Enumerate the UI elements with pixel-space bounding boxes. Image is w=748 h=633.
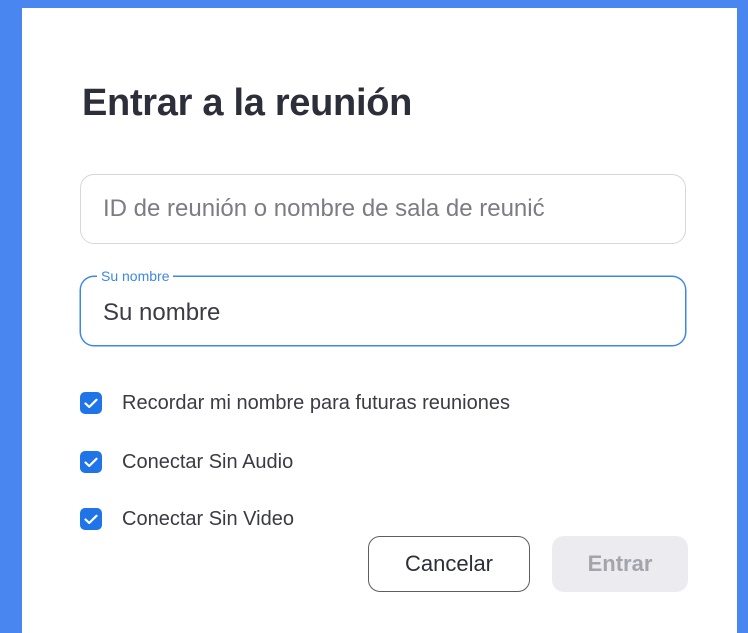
no-audio-option[interactable]: Conectar Sin Audio bbox=[80, 449, 293, 475]
no-audio-label: Conectar Sin Audio bbox=[122, 450, 294, 473]
join-meeting-dialog: Entrar a la reunión Su nombre Recordar m… bbox=[22, 8, 737, 633]
remember-name-checkbox[interactable] bbox=[80, 392, 102, 414]
meeting-id-input[interactable] bbox=[103, 195, 669, 223]
remember-name-option[interactable]: Recordar mi nombre para futuras reunione… bbox=[80, 390, 510, 416]
remember-name-label: Recordar mi nombre para futuras reunione… bbox=[122, 391, 510, 414]
name-input[interactable] bbox=[103, 299, 669, 327]
enter-button[interactable]: Entrar bbox=[552, 536, 688, 592]
dialog-title: Entrar a la reunión bbox=[82, 82, 413, 124]
checkmark-icon bbox=[84, 514, 98, 524]
name-field[interactable]: Su nombre bbox=[80, 267, 686, 346]
name-field-label: Su nombre bbox=[97, 267, 174, 285]
meeting-id-field[interactable] bbox=[80, 174, 686, 244]
no-video-label: Conectar Sin Video bbox=[122, 507, 294, 530]
no-video-checkbox[interactable] bbox=[80, 508, 102, 530]
checkmark-icon bbox=[84, 457, 98, 467]
cancel-button[interactable]: Cancelar bbox=[368, 536, 530, 592]
checkmark-icon bbox=[84, 398, 98, 408]
no-video-option[interactable]: Conectar Sin Video bbox=[80, 506, 294, 532]
no-audio-checkbox[interactable] bbox=[80, 451, 102, 473]
